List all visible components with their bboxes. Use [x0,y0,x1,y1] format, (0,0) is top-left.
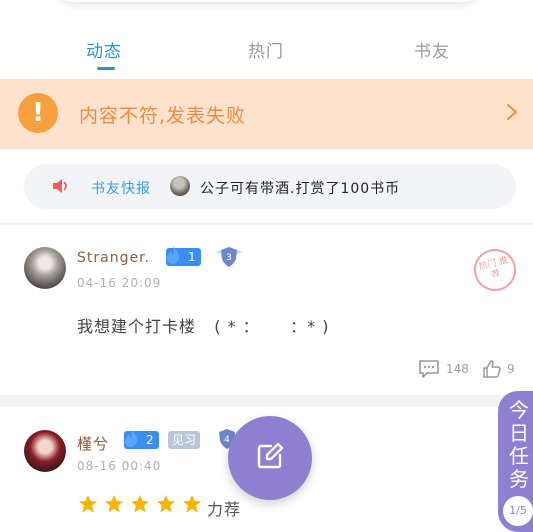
flame-icon [166,246,180,264]
chevron-right-icon[interactable] [506,103,518,121]
thumbs-up-icon[interactable] [482,359,502,379]
avatar[interactable] [24,247,66,289]
active-tab-indicator [97,67,115,70]
star-icon [183,495,201,513]
speaker-icon [53,179,67,193]
comment-count: 148 [446,362,469,376]
news-text: 公子可有带酒.打赏了100书币 [200,181,401,197]
like-count: 9 [507,362,515,376]
username[interactable]: 槿兮 [77,433,109,454]
role-badge: 见习 [168,431,201,449]
post-content[interactable]: 我想建个打卡楼 ( * ： ：* ) [77,313,329,337]
svg-text:3: 3 [226,253,232,263]
banner-message: 内容不符,发表失败 [79,105,247,127]
edit-icon [257,442,284,469]
tab-book-friends[interactable]: 书友 [414,37,450,62]
post-content[interactable]: 力荐 [207,496,241,520]
avatar[interactable] [24,430,66,472]
tab-popular[interactable]: 热门 [248,37,284,62]
tab-dynamic[interactable]: 动态 [86,37,122,62]
post-timestamp: 08-16 00:40 [77,459,162,473]
comment-icon[interactable] [418,359,440,379]
shield-badge-icon: 3 [215,247,243,267]
avatar [170,176,190,196]
daily-tasks-label: 今日任务 [509,398,529,491]
post-timestamp: 04-16 20:09 [77,276,162,290]
svg-text:4: 4 [224,435,230,445]
task-progress: 1/5 [503,496,533,526]
star-rating [78,494,208,514]
news-label: 书友快报 [91,181,151,197]
star-icon [105,495,123,513]
star-icon [131,495,149,513]
top-card-edge [58,0,478,2]
post-divider [0,395,533,407]
star-icon [79,495,97,513]
flame-icon [124,429,138,447]
exclamation-icon: ! [18,93,58,133]
username[interactable]: Stranger. [77,250,150,266]
star-icon [157,495,175,513]
